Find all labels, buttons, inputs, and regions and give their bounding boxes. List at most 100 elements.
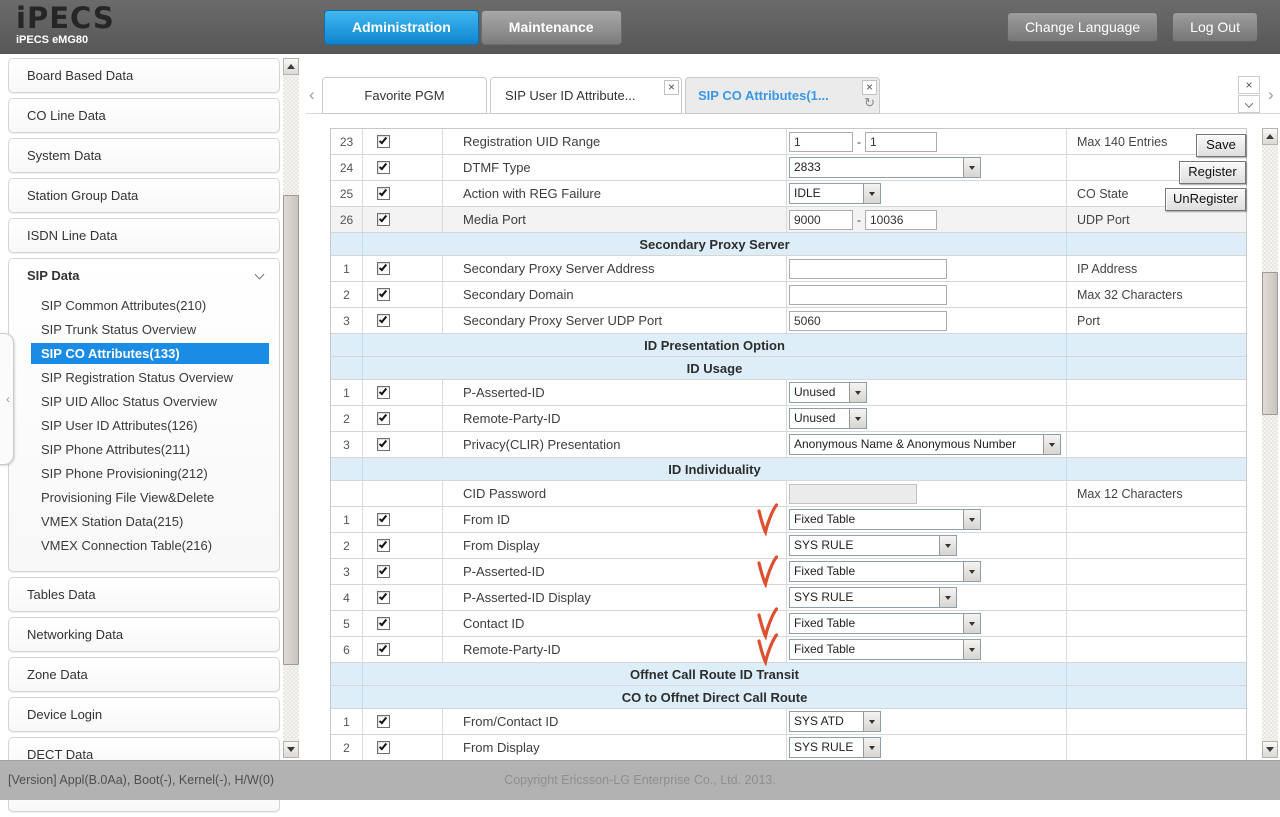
row-checkbox[interactable] <box>377 715 390 728</box>
row-checkbox[interactable] <box>377 187 390 200</box>
nav-tab-maintenance[interactable]: Maintenance <box>481 10 622 45</box>
sidebar-item[interactable]: CO Line Data <box>8 98 280 133</box>
sidebar-subitem[interactable]: VMEX Station Data(215) <box>9 510 279 534</box>
row-checkbox[interactable] <box>377 741 390 754</box>
range-separator: - <box>857 135 861 149</box>
range-end-input[interactable] <box>865 132 937 152</box>
sidebar-subitem[interactable]: SIP Phone Provisioning(212) <box>9 462 279 486</box>
value-select[interactable]: Unused <box>789 408 867 429</box>
tab-item[interactable]: SIP User ID Attribute...× <box>490 77 682 114</box>
value-select[interactable]: Unused <box>789 382 867 403</box>
value-select[interactable]: 2833 <box>789 157 981 178</box>
range-end-input[interactable] <box>865 210 937 230</box>
row-checkbox[interactable] <box>377 539 390 552</box>
sidebar-subitem[interactable]: SIP Registration Status Overview <box>9 366 279 390</box>
value-input[interactable] <box>789 285 947 305</box>
tab-list-menu-button[interactable] <box>1238 95 1260 113</box>
description-cell: Max 32 Characters <box>1067 282 1246 307</box>
tab-list-close-button[interactable]: × <box>1238 76 1260 94</box>
sidebar-item[interactable]: Station Group Data <box>8 178 280 213</box>
sidebar-subitem[interactable]: SIP UID Alloc Status Overview <box>9 390 279 414</box>
logout-button[interactable]: Log Out <box>1172 12 1258 42</box>
tab-bar: Favorite PGMSIP User ID Attribute...×SIP… <box>322 77 883 114</box>
header-nav-tabs: Administration Maintenance <box>324 10 622 45</box>
value-input[interactable] <box>789 259 947 279</box>
sidebar-item[interactable]: Tables Data <box>8 577 280 612</box>
sidebar-subitem-selected[interactable]: SIP CO Attributes(133) <box>31 343 269 364</box>
sidebar-scrollbar-thumb[interactable] <box>283 195 299 665</box>
register-button[interactable]: Register <box>1179 161 1246 184</box>
row-checkbox[interactable] <box>377 288 390 301</box>
row-checkbox[interactable] <box>377 213 390 226</box>
sidebar-item[interactable]: Zone Data <box>8 657 280 692</box>
sidebar-group-sip-data: SIP DataSIP Common Attributes(210)SIP Tr… <box>8 258 280 572</box>
value-select[interactable]: Fixed Table <box>789 509 981 530</box>
save-button[interactable]: Save <box>1196 134 1246 157</box>
row-number: 4 <box>331 585 363 610</box>
value-select[interactable]: Fixed Table <box>789 613 981 634</box>
row-checkbox[interactable] <box>377 643 390 656</box>
sidebar-group-header[interactable]: SIP Data <box>9 259 279 292</box>
check-icon <box>379 566 387 575</box>
value-select[interactable]: Anonymous Name & Anonymous Number <box>789 434 1061 455</box>
value-select[interactable]: SYS RULE <box>789 587 957 608</box>
tab-scroll-left-button[interactable]: ‹ <box>309 86 315 103</box>
row-checkbox[interactable] <box>377 591 390 604</box>
row-checkbox[interactable] <box>377 565 390 578</box>
row-checkbox[interactable] <box>377 314 390 327</box>
value-cell: - <box>787 207 1067 232</box>
checkbox-cell <box>363 256 443 281</box>
value-select[interactable]: SYS ATD <box>789 711 881 732</box>
close-icon[interactable]: × <box>664 80 679 95</box>
sidebar-item[interactable]: Networking Data <box>8 617 280 652</box>
scroll-down-icon[interactable] <box>283 741 299 758</box>
nav-tab-administration[interactable]: Administration <box>324 10 479 45</box>
range-start-input[interactable] <box>789 132 853 152</box>
tab-item[interactable]: Favorite PGM <box>322 77 487 114</box>
sidebar-subitem[interactable]: VMEX Connection Table(216) <box>9 534 279 558</box>
select-value: SYS RULE <box>790 738 863 757</box>
sidebar-subitem[interactable]: SIP User ID Attributes(126) <box>9 414 279 438</box>
row-checkbox[interactable] <box>377 135 390 148</box>
row-checkbox[interactable] <box>377 412 390 425</box>
change-language-button[interactable]: Change Language <box>1007 12 1158 42</box>
content-scrollbar-thumb[interactable] <box>1262 272 1278 415</box>
content-scrollbar[interactable] <box>1262 128 1278 758</box>
sidebar-item[interactable]: ISDN Line Data <box>8 218 280 253</box>
section-num-cell <box>331 357 363 379</box>
value-select[interactable]: Fixed Table <box>789 639 981 660</box>
sidebar-item[interactable]: Device Login <box>8 697 280 732</box>
sidebar-subitem[interactable]: SIP Common Attributes(210) <box>9 294 279 318</box>
section-fill-cell <box>1067 686 1246 708</box>
sidebar-item[interactable]: System Data <box>8 138 280 173</box>
sidebar-item[interactable]: Board Based Data <box>8 58 280 93</box>
value-select[interactable]: SYS RULE <box>789 737 881 758</box>
row-checkbox[interactable] <box>377 617 390 630</box>
tab-active[interactable]: SIP CO Attributes(1...×↻ <box>685 77 880 114</box>
value-select[interactable]: Fixed Table <box>789 561 981 582</box>
row-checkbox[interactable] <box>377 386 390 399</box>
dropdown-arrow-icon <box>863 184 880 203</box>
row-checkbox[interactable] <box>377 513 390 526</box>
scroll-up-icon[interactable] <box>1262 128 1278 145</box>
range-start-input[interactable] <box>789 210 853 230</box>
refresh-icon[interactable]: ↻ <box>864 96 875 110</box>
sidebar-subitem[interactable]: SIP Trunk Status Overview <box>9 318 279 342</box>
scroll-down-icon[interactable] <box>1262 741 1278 758</box>
sidebar-subitem[interactable]: Provisioning File View&Delete <box>9 486 279 510</box>
sidebar-collapse-handle[interactable]: ‹ <box>0 333 14 465</box>
close-icon[interactable]: × <box>862 80 877 95</box>
value-select[interactable]: SYS RULE <box>789 535 957 556</box>
tab-scroll-right-button[interactable]: › <box>1268 86 1274 103</box>
row-checkbox[interactable] <box>377 438 390 451</box>
row-checkbox[interactable] <box>377 161 390 174</box>
scroll-up-icon[interactable] <box>283 58 299 75</box>
sidebar-subitem[interactable]: SIP Phone Attributes(211) <box>9 438 279 462</box>
attribute-label-cell: P-Asserted-ID <box>443 559 787 584</box>
value-input[interactable] <box>789 311 947 331</box>
checkbox-cell <box>363 380 443 405</box>
row-checkbox[interactable] <box>377 262 390 275</box>
unregister-button[interactable]: UnRegister <box>1165 188 1246 211</box>
value-select[interactable]: IDLE <box>789 183 881 204</box>
sidebar-scrollbar[interactable] <box>283 58 299 758</box>
